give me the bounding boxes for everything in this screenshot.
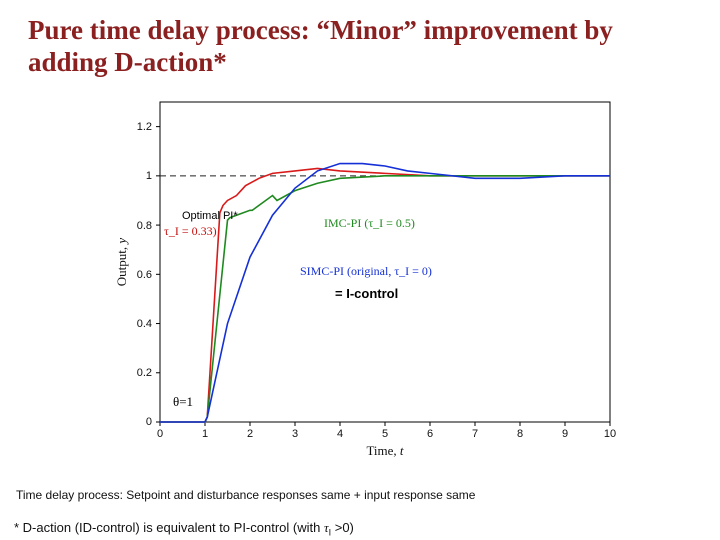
svg-text:1: 1 bbox=[202, 428, 208, 440]
svg-text:0.2: 0.2 bbox=[137, 367, 152, 379]
footnote-2-pre: * D-action (ID-control) is equivalent to… bbox=[14, 520, 324, 535]
svg-text:1: 1 bbox=[146, 170, 152, 182]
annot-theta: θ=1 bbox=[173, 394, 193, 410]
svg-text:0: 0 bbox=[157, 428, 163, 440]
y-ticks: 0 0.2 0.4 0.6 0.8 1 1.2 bbox=[137, 121, 160, 428]
svg-text:8: 8 bbox=[517, 428, 523, 440]
svg-text:0.6: 0.6 bbox=[137, 269, 152, 281]
svg-text:4: 4 bbox=[337, 428, 343, 440]
svg-text:5: 5 bbox=[382, 428, 388, 440]
page-title: Pure time delay process: “Minor” improve… bbox=[0, 0, 720, 83]
annot-simc-pi: SIMC-PI (original, τ_I = 0) bbox=[300, 264, 432, 279]
footnote-1: Time delay process: Setpoint and disturb… bbox=[16, 488, 475, 502]
svg-text:7: 7 bbox=[472, 428, 478, 440]
footnote-2: * D-action (ID-control) is equivalent to… bbox=[14, 520, 354, 538]
svg-text:6: 6 bbox=[427, 428, 433, 440]
svg-text:1.2: 1.2 bbox=[137, 121, 152, 133]
svg-text:0.4: 0.4 bbox=[137, 318, 152, 330]
annot-tau-red: τ_I = 0.33) bbox=[164, 224, 217, 239]
annot-optimal-pi: Optimal PI* bbox=[182, 210, 238, 222]
x-ticks: 0 1 2 3 4 5 6 7 8 9 10 bbox=[157, 422, 616, 440]
svg-text:9: 9 bbox=[562, 428, 568, 440]
annot-imc-pi: IMC-PI (τ_I = 0.5) bbox=[324, 216, 415, 231]
footnote-2-post: >0) bbox=[331, 520, 354, 535]
annot-eq-icontrol: = I-control bbox=[335, 286, 398, 301]
y-axis-label: Output, y bbox=[114, 238, 129, 287]
x-axis-label: Time, t bbox=[366, 443, 403, 458]
svg-text:0.8: 0.8 bbox=[137, 220, 152, 232]
plot-box bbox=[160, 102, 610, 422]
svg-text:10: 10 bbox=[604, 428, 616, 440]
svg-text:2: 2 bbox=[247, 428, 253, 440]
chart-container: 0 1 2 3 4 5 6 7 8 9 10 0 0.2 0.4 0.6 0.8… bbox=[110, 92, 620, 462]
svg-text:0: 0 bbox=[146, 416, 152, 428]
svg-text:3: 3 bbox=[292, 428, 298, 440]
